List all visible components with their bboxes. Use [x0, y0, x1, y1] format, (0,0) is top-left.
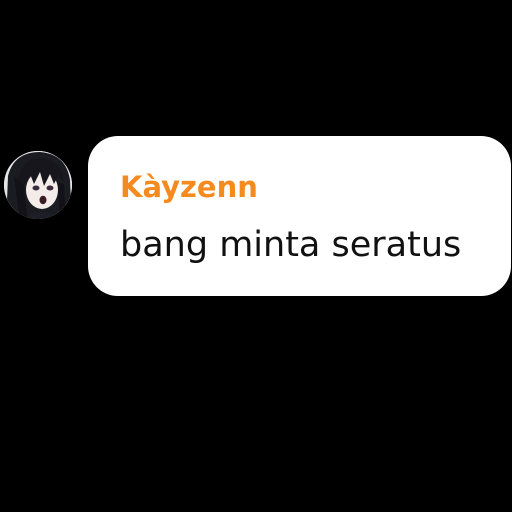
message-bubble[interactable]: Kàyzenn bang minta seratus: [88, 136, 511, 296]
avatar[interactable]: [0, 146, 72, 226]
chat-screen: Kàyzenn bang minta seratus: [0, 0, 512, 512]
message-text: bang minta seratus: [120, 225, 462, 265]
anime-girl-avatar-icon: [4, 151, 72, 219]
sender-name[interactable]: Kàyzenn: [120, 169, 258, 205]
